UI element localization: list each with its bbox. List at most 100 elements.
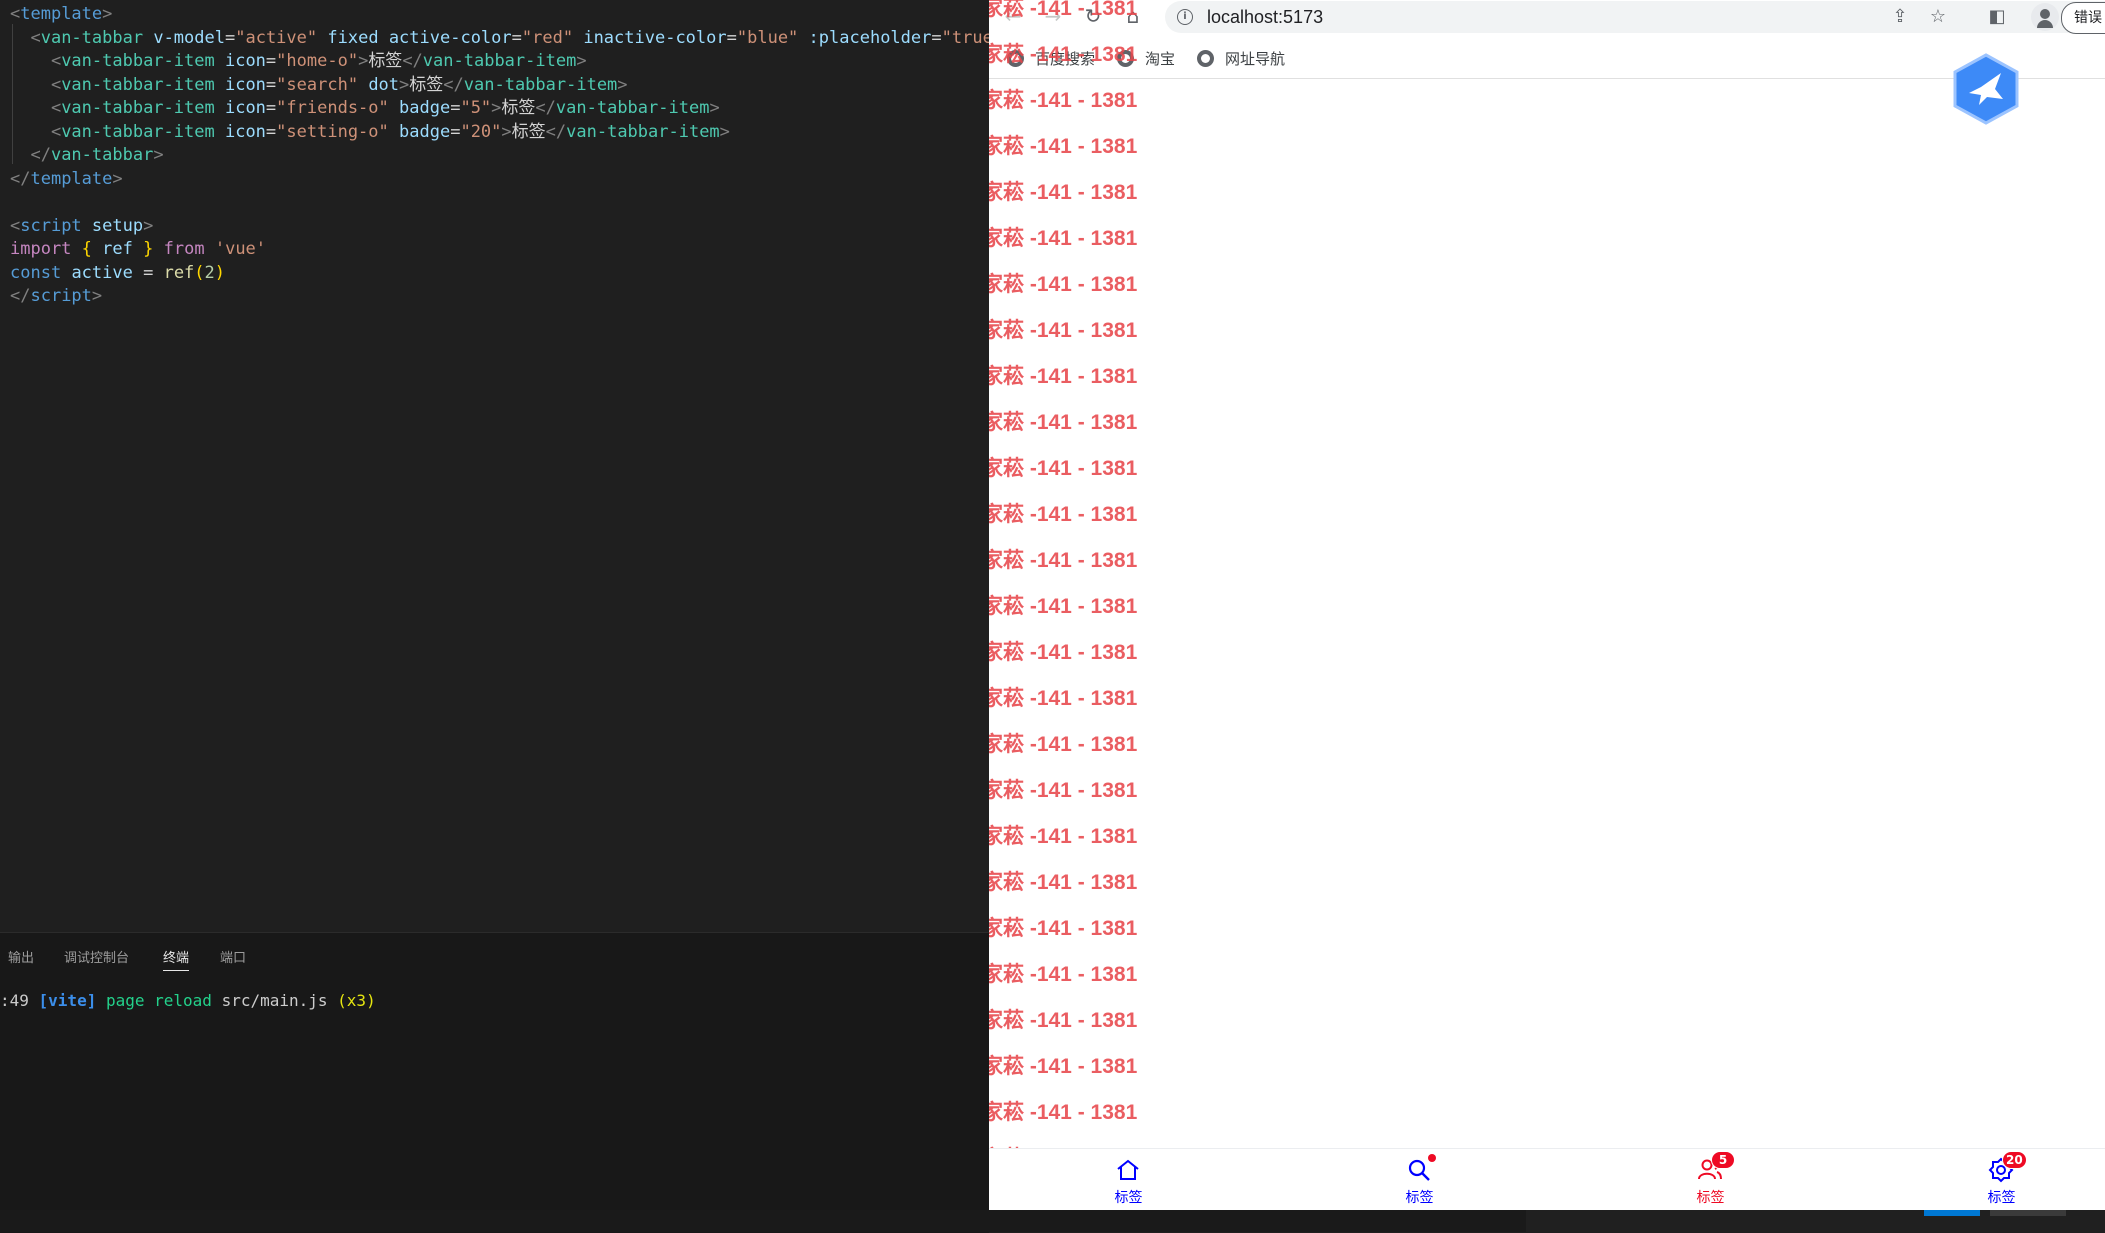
- browser-window: ← → ↻ ⌂ i localhost:5173 ⇪ ☆ ◧ 错误 百度搜索 淘…: [989, 0, 2105, 1210]
- code-token: van-tabbar: [50, 145, 154, 165]
- code-line[interactable]: import { ref } from 'vue': [10, 237, 266, 261]
- code-token: van-tabbar: [40, 27, 144, 48]
- watermark-text: 张家菘 -141 - 1381: [989, 779, 1138, 802]
- code-line[interactable]: </script>: [10, 284, 102, 308]
- code-token: "active": [235, 27, 318, 48]
- code-token: =: [450, 98, 461, 118]
- watermark-text: 张家菘 -141 - 1381: [989, 687, 1138, 710]
- code-token: {: [81, 239, 92, 259]
- panel-tab-debug-console[interactable]: 调试控制台: [64, 947, 129, 966]
- code-token: <: [10, 98, 62, 118]
- side-panel-icon[interactable]: ◧: [1985, 5, 2009, 29]
- code-token: >: [491, 98, 502, 118]
- tabbar-item-search[interactable]: 标签: [1280, 1149, 1559, 1210]
- code-token: script: [20, 215, 82, 236]
- code-line[interactable]: <van-tabbar-item icon="friends-o" badge=…: [10, 96, 720, 120]
- code-token: >: [153, 145, 164, 165]
- code-token: =: [265, 74, 277, 95]
- tabbar-item-friends-o[interactable]: 5 标签: [1571, 1149, 1850, 1210]
- code-token: (: [194, 262, 205, 283]
- watermark-text: 张家菘 -141 - 1381: [989, 227, 1138, 250]
- terminal-output-line: :49 [vite] page reload src/main.js (x3): [0, 991, 376, 1010]
- bookmarks-bar: 百度搜索 淘宝 网址导航: [989, 42, 2105, 79]
- panel-tab-ports[interactable]: 端口: [220, 947, 246, 966]
- watermark-text: 张家菘 -141 - 1381: [989, 273, 1138, 296]
- search-icon: [1406, 1154, 1436, 1183]
- bookmark-nav[interactable]: 网址导航: [1197, 46, 1285, 72]
- error-button[interactable]: 错误: [2061, 2, 2105, 34]
- code-token: </: [443, 74, 464, 95]
- share-icon[interactable]: ⇪: [1889, 6, 1911, 28]
- code-token: "search": [276, 74, 359, 95]
- code-token: 标签: [368, 51, 403, 71]
- watermark-text: 张家菘 -141 - 1381: [989, 365, 1138, 388]
- code-token: ref: [163, 262, 195, 283]
- bookmark-star-icon[interactable]: ☆: [1927, 6, 1949, 28]
- code-token: >: [501, 121, 512, 142]
- code-token: </: [402, 51, 423, 71]
- panel-tab-output[interactable]: 输出: [8, 947, 34, 966]
- code-editor[interactable]: <template> <van-tabbar v-model="active" …: [0, 0, 1013, 932]
- code-token: 标签: [501, 98, 536, 118]
- code-line[interactable]: <script setup>: [10, 214, 153, 238]
- code-token: van-tabbar-item: [566, 121, 720, 142]
- code-token: >: [102, 4, 113, 24]
- code-line[interactable]: </template>: [10, 167, 123, 191]
- code-token: 标签: [409, 74, 444, 95]
- profile-avatar-icon[interactable]: [2031, 3, 2059, 31]
- code-line[interactable]: </van-tabbar>: [10, 143, 164, 167]
- code-token: icon: [224, 121, 266, 142]
- code-token: <: [10, 4, 21, 24]
- code-token: >: [358, 51, 369, 71]
- badge-count: 5: [1711, 1151, 1735, 1169]
- code-token: template: [30, 168, 113, 189]
- tabbar-item-label: 标签: [1987, 1190, 2016, 1206]
- code-token: icon: [224, 98, 266, 118]
- code-token: template: [20, 4, 103, 24]
- code-line[interactable]: <van-tabbar-item icon="home-o">标签</van-t…: [10, 49, 587, 73]
- tabbar-item-label: 标签: [1114, 1190, 1143, 1206]
- code-line[interactable]: const active = ref(2): [10, 261, 225, 285]
- code-line[interactable]: <van-tabbar v-model="active" fixed activ…: [10, 26, 1013, 50]
- code-token: const: [10, 262, 62, 283]
- code-line[interactable]: <template>: [10, 2, 112, 26]
- code-token: import: [10, 239, 72, 259]
- bottom-panel: 输出 调试控制台 终端 端口 :49 [vite] page reload sr…: [0, 932, 989, 1233]
- site-info-icon[interactable]: i: [1177, 9, 1193, 25]
- code-token: =: [265, 51, 277, 71]
- url-text[interactable]: localhost:5173: [1207, 7, 1323, 28]
- watermark-text: 张家菘 -141 - 1381: [989, 43, 1138, 66]
- watermark-text: 张家菘 -141 - 1381: [989, 0, 1138, 20]
- code-line[interactable]: <van-tabbar-item icon="setting-o" badge=…: [10, 120, 730, 144]
- code-line[interactable]: <van-tabbar-item icon="search" dot>标签</v…: [10, 73, 628, 97]
- code-token: >: [143, 215, 154, 236]
- code-token: van-tabbar-item: [555, 98, 710, 118]
- code-token: <: [10, 74, 62, 95]
- badge-count: 20: [2002, 1151, 2027, 1169]
- code-token: script: [30, 286, 92, 306]
- friends-o-icon: 5: [1697, 1151, 1735, 1183]
- code-token: badge: [399, 121, 451, 142]
- tabbar-item-setting-o[interactable]: 20 标签: [1862, 1149, 2105, 1210]
- panel-tab-terminal[interactable]: 终端: [163, 947, 190, 971]
- taskbar-active-indicator: [1924, 1210, 1980, 1216]
- code-token: van-tabbar-item: [61, 51, 215, 71]
- watermark-text: 张家菘 -141 - 1381: [989, 503, 1138, 526]
- code-token: van-tabbar-item: [61, 98, 215, 118]
- code-token: dot: [368, 74, 400, 95]
- code-token: van-tabbar-item: [61, 121, 215, 142]
- watermark-text: 张家菘 -141 - 1381: [989, 1055, 1138, 1078]
- tabbar-item-home-o[interactable]: 标签: [989, 1149, 1268, 1210]
- address-bar[interactable]: i localhost:5173 ⇪ ☆: [1165, 1, 2105, 33]
